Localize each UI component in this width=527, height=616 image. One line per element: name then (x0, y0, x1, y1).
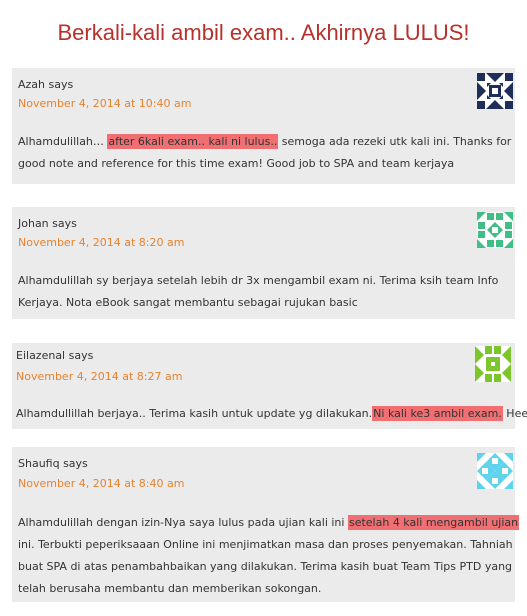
comment-date-link[interactable]: November 4, 2014 at 10:40 am (18, 97, 191, 110)
page-title: Berkali-kali ambil exam.. Akhirnya LULUS… (57, 20, 470, 45)
highlighted-text: setelah 4 kali mengambil ujian (347, 515, 520, 530)
identicon-lime-avatar (475, 346, 511, 382)
comment-line: Alhamdulillah dengan izin-Nya saya lulus… (18, 515, 520, 530)
comment-line: telah berusaha membantu dan memberikan s… (18, 582, 322, 595)
comment-date-link[interactable]: November 4, 2014 at 8:40 am (18, 477, 184, 490)
comment-date-link[interactable]: November 4, 2014 at 8:20 am (18, 236, 184, 249)
comment-line: Alhamdulillah… after 6kali exam.. kali n… (18, 134, 512, 149)
comment-author: Eilazenal says (16, 349, 94, 362)
comment-date-link[interactable]: November 4, 2014 at 8:27 am (16, 370, 182, 383)
comment-card: Shaufiq says November 4, 2014 at 8:40 am… (12, 447, 520, 602)
comment-card: Eilazenal says November 4, 2014 at 8:27 … (12, 343, 527, 429)
comment-line: buat SPA di atas penambahbaikan yang dil… (18, 560, 513, 573)
comment-author: Shaufiq says (18, 457, 88, 470)
identicon-navy-avatar (477, 73, 513, 109)
comment-line: Kerjaya. Nota eBook sangat membantu seba… (18, 296, 358, 309)
identicon-cyan-avatar (477, 453, 513, 489)
comment-card: Azah says November 4, 2014 at 10:40 am A… (12, 68, 515, 184)
comment-author: Johan says (18, 217, 77, 230)
highlighted-text: after 6kali exam.. kali ni lulus.. (107, 134, 279, 149)
highlighted-text: Ni kali ke3 ambil exam. (372, 406, 503, 421)
identicon-green-avatar (477, 212, 513, 248)
comment-line: Alhamdullillah berjaya.. Terima kasih un… (16, 406, 527, 421)
comment-line: ini. Terbukti peperiksaaan Online ini me… (18, 538, 513, 551)
comment-line: good note and reference for this time ex… (18, 157, 455, 170)
comment-card: Johan says November 4, 2014 at 8:20 am A… (12, 207, 515, 319)
comment-author: Azah says (18, 78, 74, 91)
comment-line: Alhamdulillah sy berjaya setelah lebih d… (18, 274, 499, 287)
